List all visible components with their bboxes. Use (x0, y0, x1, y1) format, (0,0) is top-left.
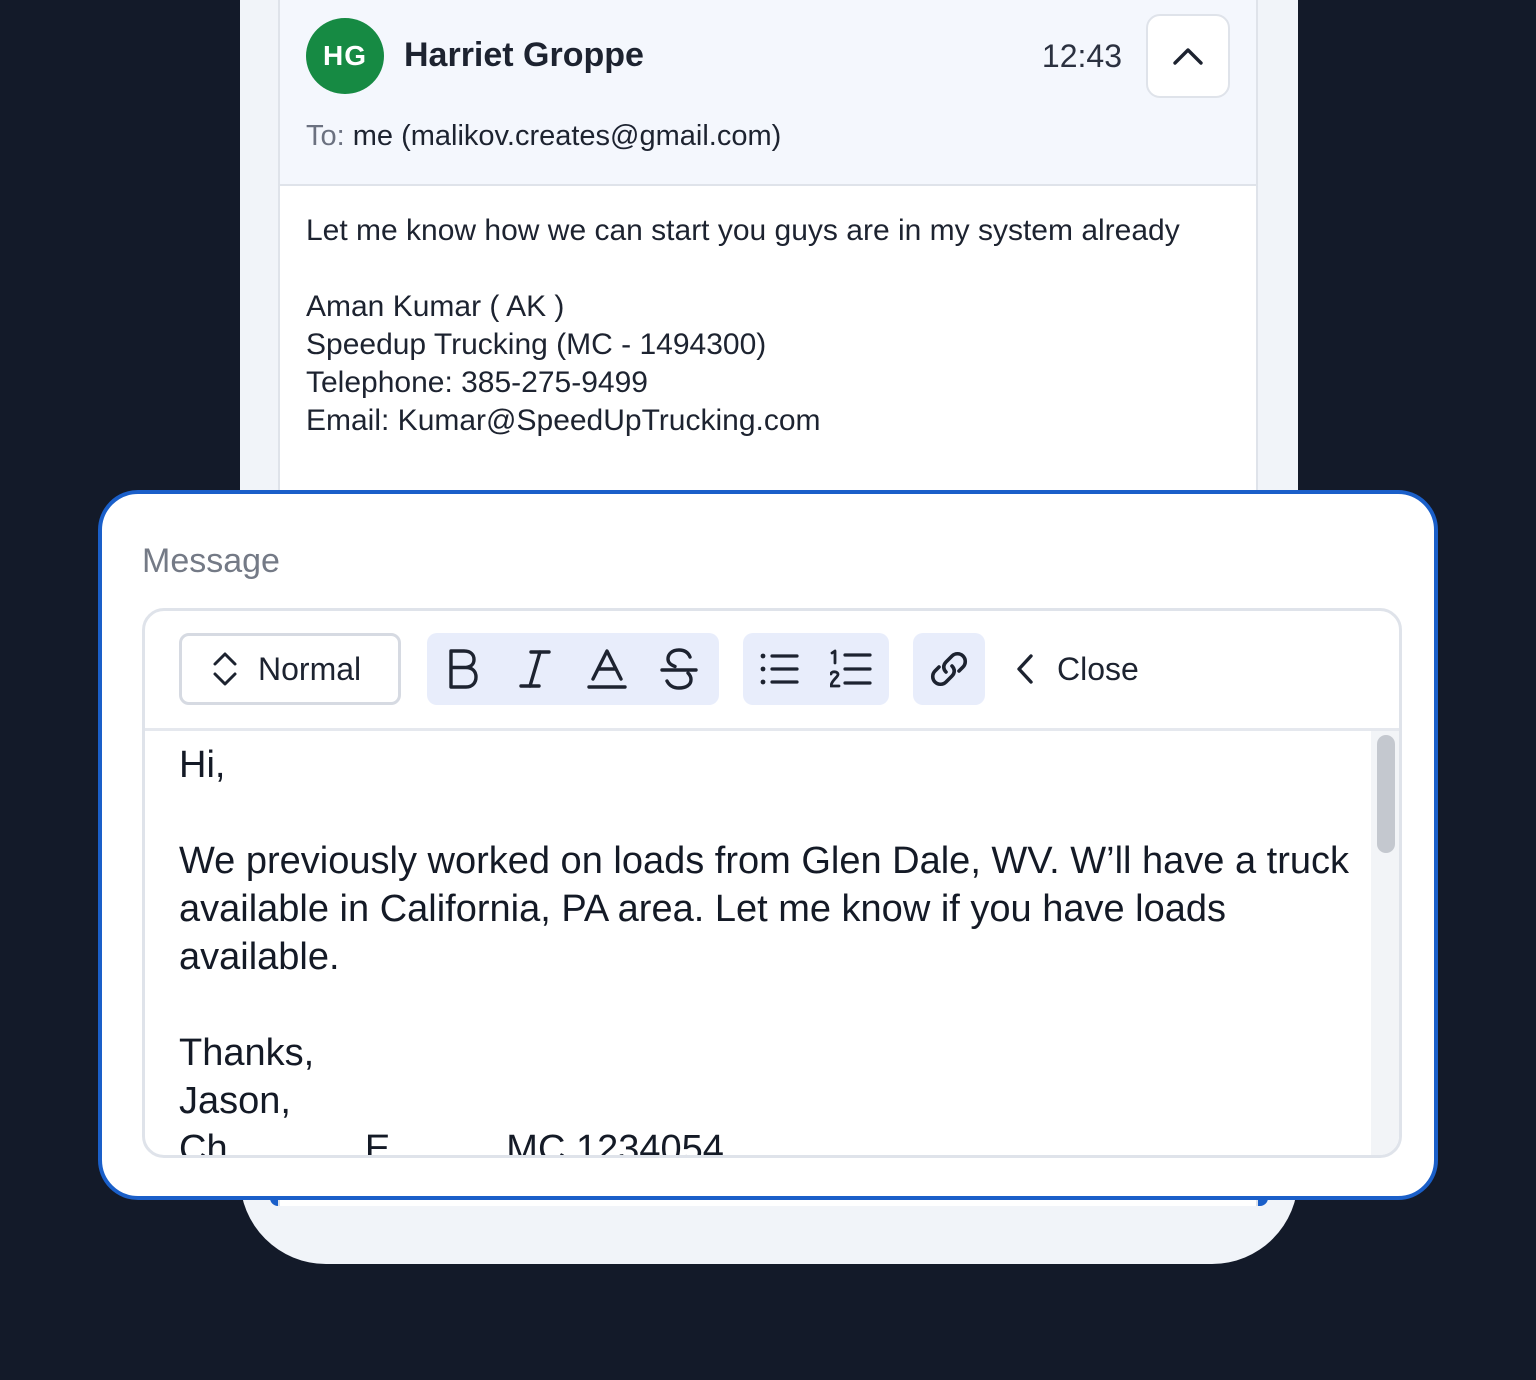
strikethrough-button[interactable] (643, 633, 715, 705)
text-style-group (427, 633, 719, 705)
email-header: HG Harriet Groppe 12:43 To: me (malikov.… (280, 0, 1256, 186)
message-company: Ch............ E.......... MC 1234054 (179, 1128, 724, 1158)
close-toolbar-button[interactable]: Close (1015, 633, 1139, 705)
email-body-text: Let me know how we can start you guys ar… (306, 214, 1180, 247)
numbered-list-button[interactable] (815, 633, 887, 705)
chevron-up-down-icon (213, 652, 237, 686)
recipient-line: To: me (malikov.creates@gmail.com) (306, 120, 781, 153)
italic-button[interactable] (499, 633, 571, 705)
text-color-button[interactable] (571, 633, 643, 705)
signature-company: Speedup Trucking (MC - 1494300) (306, 328, 767, 361)
avatar: HG (306, 18, 384, 94)
signature-email: Email: Kumar@SpeedUpTrucking.com (306, 404, 821, 437)
message-greeting: Hi, (179, 744, 226, 786)
message-paragraph: We previously worked on loads from Glen … (179, 840, 1350, 978)
text-color-icon (587, 649, 627, 689)
to-label: To: (306, 120, 345, 152)
chevron-left-icon (1017, 654, 1033, 684)
message-name: Jason, (179, 1080, 291, 1122)
editor-scrollbar-thumb[interactable] (1377, 735, 1395, 853)
signature-telephone: Telephone: 385-275-9499 (306, 366, 648, 399)
strikethrough-icon (660, 648, 698, 690)
signature-name: Aman Kumar ( AK ) (306, 290, 565, 323)
chevron-up-icon (1173, 48, 1203, 65)
bulleted-list-icon (760, 653, 799, 685)
bold-button[interactable] (427, 633, 499, 705)
message-thanks: Thanks, (179, 1032, 315, 1074)
message-text-area[interactable]: Hi, We previously worked on loads from G… (179, 741, 1369, 1158)
insert-link-button[interactable] (913, 633, 985, 705)
email-time: 12:43 (1041, 38, 1122, 74)
email-body: Let me know how we can start you guys ar… (306, 212, 1206, 440)
recipient-value: me (malikov.creates@gmail.com) (352, 120, 782, 152)
bold-icon (449, 649, 478, 689)
italic-icon (519, 650, 551, 688)
message-editor: Normal Close Hi, We previously worked on… (142, 608, 1402, 1158)
text-format-select[interactable]: Normal (179, 633, 401, 705)
close-toolbar-label: Close (1057, 650, 1139, 687)
bulleted-list-button[interactable] (743, 633, 815, 705)
editor-toolbar: Normal Close (145, 611, 1399, 731)
sender-name: Harriet Groppe (404, 36, 644, 74)
list-group (743, 633, 889, 705)
numbered-list-icon (830, 649, 872, 688)
message-label: Message (142, 542, 280, 580)
format-select-value: Normal (258, 650, 362, 687)
link-icon (930, 651, 968, 687)
collapse-button[interactable] (1146, 14, 1230, 98)
compose-panel: Message Normal Close Hi, We previously w… (98, 490, 1438, 1200)
link-group (913, 633, 985, 705)
